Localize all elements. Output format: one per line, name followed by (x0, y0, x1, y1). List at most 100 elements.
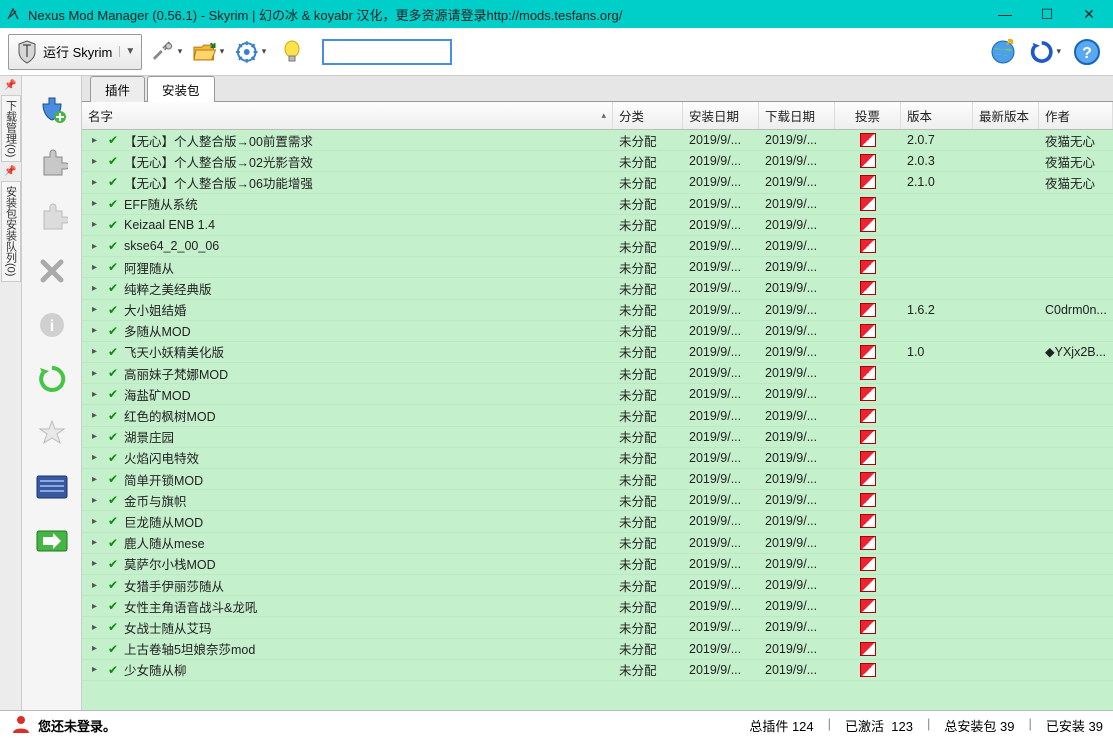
table-row[interactable]: ▸✔金币与旗帜未分配2019/9/...2019/9/... (82, 490, 1113, 511)
vote-flag-icon[interactable] (860, 197, 876, 211)
chevron-right-icon[interactable]: ▸ (92, 156, 100, 167)
chevron-right-icon[interactable]: ▸ (92, 452, 100, 463)
col-install-date[interactable]: 安装日期 (683, 102, 759, 129)
add-mod-icon[interactable] (33, 90, 71, 128)
vote-flag-icon[interactable] (860, 557, 876, 571)
table-row[interactable]: ▸✔莫萨尔小栈MOD未分配2019/9/...2019/9/... (82, 554, 1113, 575)
vote-flag-icon[interactable] (860, 451, 876, 465)
vote-flag-icon[interactable] (860, 218, 876, 232)
col-download-date[interactable]: 下载日期 (759, 102, 835, 129)
chevron-right-icon[interactable]: ▸ (92, 177, 100, 188)
vote-flag-icon[interactable] (860, 133, 876, 147)
table-row[interactable]: ▸✔巨龙随从MOD未分配2019/9/...2019/9/... (82, 511, 1113, 532)
table-row[interactable]: ▸✔火焰闪电特效未分配2019/9/...2019/9/... (82, 448, 1113, 469)
chevron-right-icon[interactable]: ▸ (92, 304, 100, 315)
refresh-icon[interactable] (1029, 36, 1061, 68)
table-row[interactable]: ▸✔【无心】个人整合版→06功能增强未分配2019/9/...2019/9/..… (82, 172, 1113, 193)
help-icon[interactable]: ? (1071, 36, 1103, 68)
mod-list[interactable]: ▸✔【无心】个人整合版→00前置需求未分配2019/9/...2019/9/..… (82, 130, 1113, 710)
vote-flag-icon[interactable] (860, 345, 876, 359)
chevron-right-icon[interactable]: ▸ (92, 262, 100, 273)
vote-flag-icon[interactable] (860, 409, 876, 423)
table-row[interactable]: ▸✔阿狸随从未分配2019/9/...2019/9/... (82, 257, 1113, 278)
table-row[interactable]: ▸✔上古卷轴5坦娘奈莎mod未分配2019/9/...2019/9/... (82, 639, 1113, 660)
vote-flag-icon[interactable] (860, 620, 876, 634)
table-row[interactable]: ▸✔海盐矿MOD未分配2019/9/...2019/9/... (82, 384, 1113, 405)
vote-flag-icon[interactable] (860, 281, 876, 295)
table-row[interactable]: ▸✔女战士随从艾玛未分配2019/9/...2019/9/... (82, 617, 1113, 638)
chevron-right-icon[interactable]: ▸ (92, 622, 100, 633)
refresh-green-icon[interactable] (33, 360, 71, 398)
tab-plugins[interactable]: 插件 (90, 76, 145, 102)
run-game-button[interactable]: 运行 Skyrim ▼ (8, 34, 142, 70)
table-row[interactable]: ▸✔鹿人随从mese未分配2019/9/...2019/9/... (82, 533, 1113, 554)
run-dropdown-caret[interactable]: ▼ (119, 46, 135, 57)
chevron-right-icon[interactable]: ▸ (92, 325, 100, 336)
vote-flag-icon[interactable] (860, 260, 876, 274)
vote-flag-icon[interactable] (860, 303, 876, 317)
table-row[interactable]: ▸✔skse64_2_00_06未分配2019/9/...2019/9/... (82, 236, 1113, 257)
table-row[interactable]: ▸✔高丽妹子梵娜MOD未分配2019/9/...2019/9/... (82, 363, 1113, 384)
chevron-right-icon[interactable]: ▸ (92, 241, 100, 252)
table-row[interactable]: ▸✔飞天小妖精美化版未分配2019/9/...2019/9/...1.0◆YXj… (82, 342, 1113, 363)
vote-flag-icon[interactable] (860, 324, 876, 338)
minimize-button[interactable]: — (993, 6, 1017, 23)
info-icon[interactable]: i (33, 306, 71, 344)
col-vote[interactable]: 投票 (835, 102, 901, 129)
table-row[interactable]: ▸✔简单开锁MOD未分配2019/9/...2019/9/... (82, 469, 1113, 490)
col-author[interactable]: 作者 (1039, 102, 1113, 129)
table-row[interactable]: ▸✔湖景庄园未分配2019/9/...2019/9/... (82, 427, 1113, 448)
vote-flag-icon[interactable] (860, 175, 876, 189)
pin-icon[interactable]: 📌 (4, 80, 16, 91)
vote-flag-icon[interactable] (860, 366, 876, 380)
vote-flag-icon[interactable] (860, 430, 876, 444)
col-latest[interactable]: 最新版本 (973, 102, 1039, 129)
table-row[interactable]: ▸✔【无心】个人整合版→00前置需求未分配2019/9/...2019/9/..… (82, 130, 1113, 151)
table-row[interactable]: ▸✔女猎手伊丽莎随从未分配2019/9/...2019/9/... (82, 575, 1113, 596)
settings-icon[interactable] (234, 36, 266, 68)
table-row[interactable]: ▸✔女性主角语音战斗&龙吼未分配2019/9/...2019/9/... (82, 596, 1113, 617)
maximize-button[interactable]: ☐ (1035, 6, 1059, 23)
vote-flag-icon[interactable] (860, 599, 876, 613)
chevron-right-icon[interactable]: ▸ (92, 135, 100, 146)
chevron-right-icon[interactable]: ▸ (92, 664, 100, 675)
vote-flag-icon[interactable] (860, 493, 876, 507)
search-input[interactable] (322, 39, 452, 65)
table-row[interactable]: ▸✔Keizaal ENB 1.4未分配2019/9/...2019/9/... (82, 215, 1113, 236)
chevron-right-icon[interactable]: ▸ (92, 537, 100, 548)
chevron-right-icon[interactable]: ▸ (92, 368, 100, 379)
vote-flag-icon[interactable] (860, 663, 876, 677)
folder-icon[interactable] (192, 36, 224, 68)
chevron-right-icon[interactable]: ▸ (92, 389, 100, 400)
vote-flag-icon[interactable] (860, 536, 876, 550)
chevron-right-icon[interactable]: ▸ (92, 219, 100, 230)
table-row[interactable]: ▸✔纯粹之美经典版未分配2019/9/...2019/9/... (82, 278, 1113, 299)
chevron-right-icon[interactable]: ▸ (92, 558, 100, 569)
chevron-right-icon[interactable]: ▸ (92, 410, 100, 421)
chevron-right-icon[interactable]: ▸ (92, 516, 100, 527)
col-name[interactable]: 名字▴ (82, 102, 613, 129)
chevron-right-icon[interactable]: ▸ (92, 346, 100, 357)
rail-tab-install-queue[interactable]: 安装包安装队列(0) (1, 181, 21, 281)
chevron-right-icon[interactable]: ▸ (92, 431, 100, 442)
chevron-right-icon[interactable]: ▸ (92, 601, 100, 612)
vote-flag-icon[interactable] (860, 239, 876, 253)
list-icon[interactable] (33, 468, 71, 506)
chevron-right-icon[interactable]: ▸ (92, 283, 100, 294)
chevron-right-icon[interactable]: ▸ (92, 580, 100, 591)
table-row[interactable]: ▸✔大小姐结婚未分配2019/9/...2019/9/...1.6.2C0drm… (82, 300, 1113, 321)
chevron-right-icon[interactable]: ▸ (92, 198, 100, 209)
star-icon[interactable] (33, 414, 71, 452)
rail-tab-downloads[interactable]: 下载管理(0) (1, 95, 21, 162)
table-row[interactable]: ▸✔红色的枫树MOD未分配2019/9/...2019/9/... (82, 405, 1113, 426)
vote-flag-icon[interactable] (860, 472, 876, 486)
globe-icon[interactable] (987, 36, 1019, 68)
convert-icon[interactable] (33, 522, 71, 560)
chevron-right-icon[interactable]: ▸ (92, 643, 100, 654)
chevron-right-icon[interactable]: ▸ (92, 474, 100, 485)
lightbulb-icon[interactable] (276, 36, 308, 68)
vote-flag-icon[interactable] (860, 514, 876, 528)
col-category[interactable]: 分类 (613, 102, 683, 129)
col-version[interactable]: 版本 (901, 102, 973, 129)
chevron-right-icon[interactable]: ▸ (92, 495, 100, 506)
